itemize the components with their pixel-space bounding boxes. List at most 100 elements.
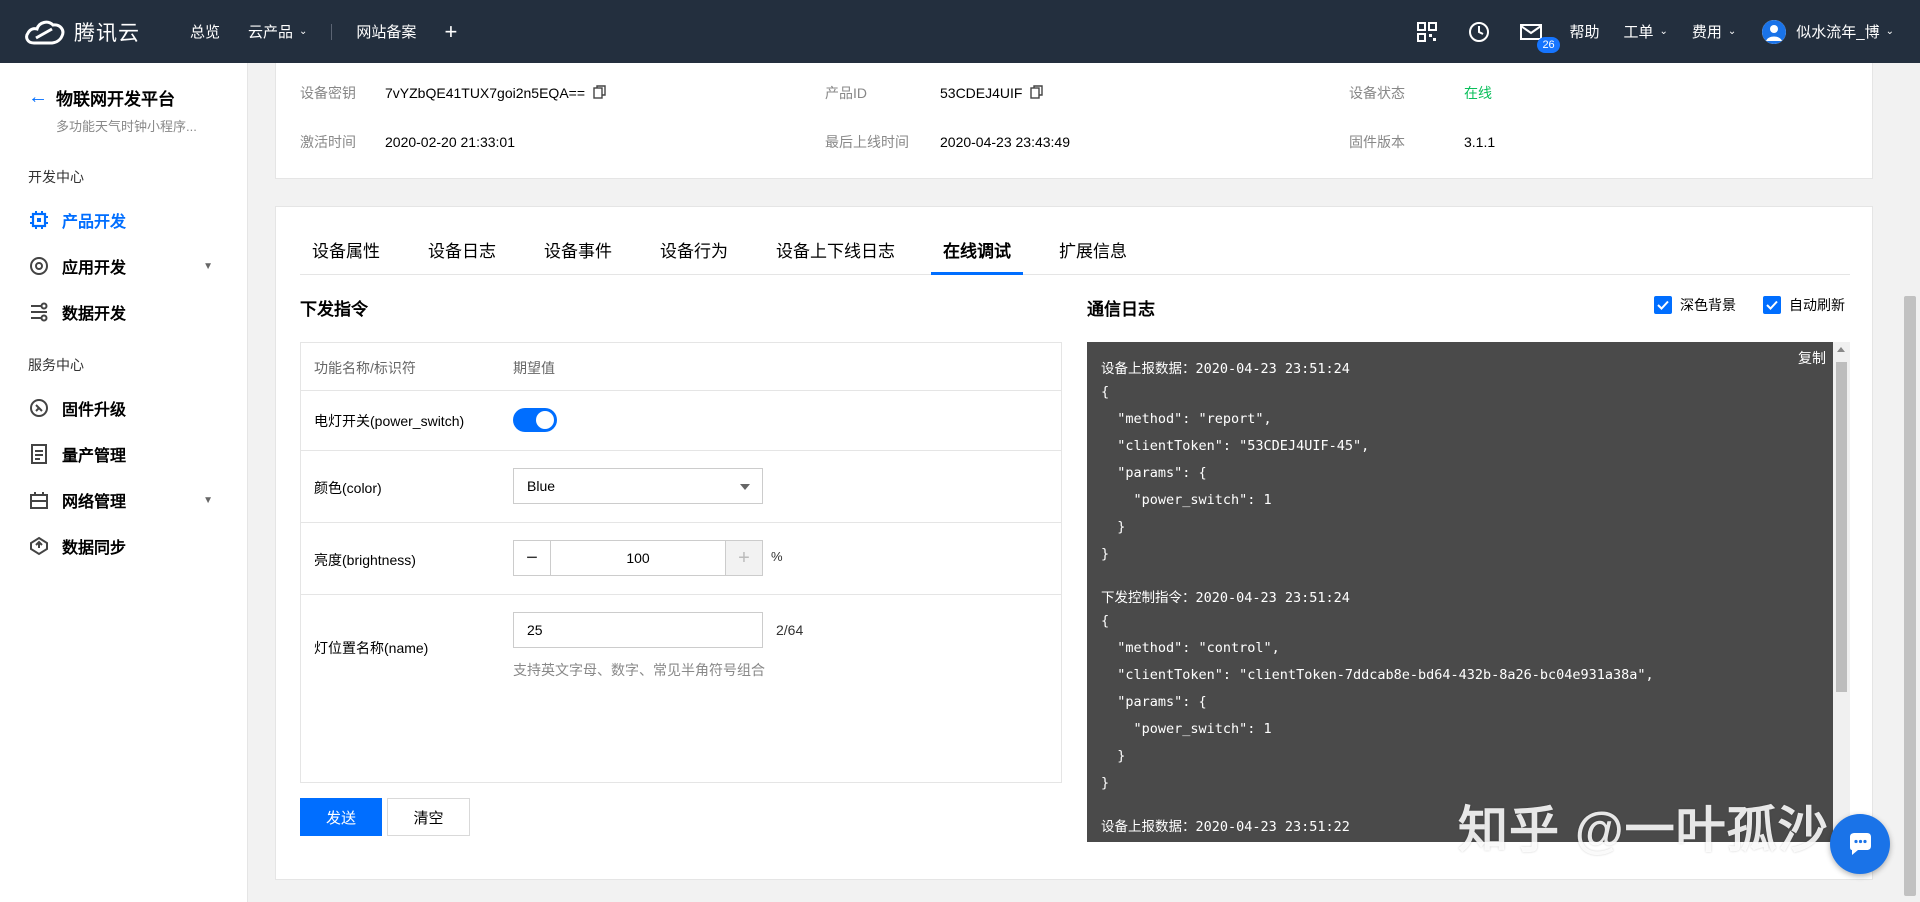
help-link[interactable]: 帮助 [1557,21,1611,42]
device-secret-value: 7vYZbQE41TUX7goi2n5EQA== [385,85,586,101]
top-navbar: 腾讯云 总览 云产品 ⌄ 网站备案 + 26 帮助 工单 ⌄ 费用 ⌄ 似水流年_博 … [0,0,1920,63]
app-icon [28,255,50,277]
plus-icon[interactable]: + [430,19,471,45]
tab-logs[interactable]: 设备日志 [416,229,508,275]
cloud-logo-icon [25,20,65,44]
billing-menu[interactable]: 费用 ⌄ [1680,21,1748,42]
sidebar-item-label: 数据同步 [62,540,127,557]
dark-bg-checkbox[interactable]: 深色背景 [1654,295,1736,315]
sidebar-item-mass-production[interactable]: 量产管理 [0,431,247,477]
info-label: 设备密钥 [300,85,356,101]
sidebar-item-label: 网络管理 [62,494,127,511]
info-activated: 激活时间 2020-02-20 21:33:01 [300,132,515,152]
mail-icon[interactable]: 26 [1505,23,1560,53]
chat-icon [1850,833,1871,855]
tab-extended-info[interactable]: 扩展信息 [1047,229,1139,275]
name-input[interactable]: 25 [513,612,763,648]
qrcode-icon[interactable] [1401,21,1453,42]
tab-events[interactable]: 设备事件 [532,229,624,275]
dark-bg-label: 深色背景 [1680,297,1736,313]
last-online-value: 2020-04-23 23:43:49 [940,134,1070,150]
minus-icon[interactable]: − [514,541,551,575]
sidebar-item-network[interactable]: 网络管理 ▼ [0,477,247,523]
log-line: 设备上报数据：2020-04-23 23:51:24 [1101,361,1350,377]
brand-logo[interactable]: 腾讯云 [24,17,176,47]
tab-actions[interactable]: 设备行为 [648,229,740,275]
color-label: 颜色(color) [314,480,382,496]
info-label: 固件版本 [1349,134,1405,150]
nav-products-label: 云产品 [248,24,294,41]
scroll-up-icon[interactable] [1837,347,1845,352]
color-selected-value: Blue [527,478,556,494]
info-label: 产品ID [825,85,867,101]
sidebar-item-label: 产品开发 [62,214,127,231]
data-flow-icon [28,301,50,323]
platform-title[interactable]: ← 物联网开发平台 [28,85,247,110]
plus-icon[interactable]: + [725,541,762,575]
log-line: } [1101,748,1126,764]
clock-icon[interactable] [1453,21,1505,43]
group-service-center: 服务中心 [28,357,84,373]
name-input-value: 25 [527,622,543,638]
info-label: 激活时间 [300,134,356,150]
info-device-status: 设备状态 在线 [1349,83,1492,103]
sidebar-item-product-dev[interactable]: 产品开发 [0,197,247,243]
tab-bar: 设备属性 设备日志 设备事件 设备行为 设备上下线日志 在线调试 扩展信息 [300,229,1850,275]
copy-log-button[interactable]: 复制 [1798,348,1826,368]
color-select[interactable]: Blue [513,468,763,504]
scrollbar-thumb[interactable] [1904,296,1916,896]
command-table: 功能名称/标识符 期望值 电灯开关(power_switch) 颜色(color… [300,342,1062,783]
sidebar-item-app-dev[interactable]: 应用开发 ▼ [0,243,247,289]
firmware-icon [28,397,50,419]
log-line: "method": "report", [1101,411,1272,427]
brightness-label: 亮度(brightness) [314,552,416,568]
nav-products[interactable]: 云产品 ⌄ [234,21,321,42]
arrow-left-icon[interactable]: ← [28,86,48,109]
device-info-card: 设备密钥 7vYZbQE41TUX7goi2n5EQA== 产品ID 53CDE… [275,63,1873,179]
tab-online-debug[interactable]: 在线调试 [931,229,1023,275]
floating-help-button[interactable] [1830,814,1890,874]
sidebar-item-label: 量产管理 [62,448,127,465]
log-scrollbar[interactable] [1833,342,1850,842]
log-line: { [1101,384,1110,400]
info-label: 设备状态 [1349,85,1405,101]
communication-log[interactable]: 复制 设备上报数据：2020-04-23 23:51:24 { "method"… [1087,342,1850,842]
name-hint: 支持英文字母、数字、常见半角符号组合 [513,662,765,678]
copy-icon[interactable] [593,84,606,102]
chevron-down-icon: ⌄ [1659,26,1668,37]
sidebar-item-label: 数据开发 [62,306,127,323]
power-switch-toggle[interactable] [513,408,557,432]
sidebar-item-data-sync[interactable]: 数据同步 [0,523,247,569]
checkmark-icon [1763,296,1781,314]
avatar [1762,19,1787,44]
ticket-label: 工单 [1623,24,1654,41]
brightness-unit: % [771,549,783,564]
checkmark-icon [1654,296,1672,314]
nav-divider [331,23,333,40]
nav-overview[interactable]: 总览 [176,21,234,42]
caret-down-icon [740,484,750,490]
scrollbar-thumb[interactable] [1836,362,1847,692]
tab-properties[interactable]: 设备属性 [300,229,392,275]
table-row: 灯位置名称(name) 25 2/64 支持英文字母、数字、常见半角符号组合 [301,595,1061,783]
ticket-menu[interactable]: 工单 ⌄ [1611,21,1679,42]
info-device-secret: 设备密钥 7vYZbQE41TUX7goi2n5EQA== [300,83,606,103]
send-button[interactable]: 发送 [300,798,382,836]
table-row: 颜色(color) Blue [301,451,1061,523]
brightness-value[interactable]: 100 [551,541,725,575]
log-section-title: 通信日志 [1087,300,1155,319]
auto-refresh-checkbox[interactable]: 自动刷新 [1763,295,1845,315]
user-menu[interactable]: 似水流年_博 ⌄ [1748,19,1920,44]
page-scrollbar[interactable] [1900,63,1920,902]
clear-button[interactable]: 清空 [387,798,470,836]
table-header: 功能名称/标识符 期望值 [301,343,1061,391]
sidebar-item-firmware[interactable]: 固件升级 [0,385,247,431]
brightness-stepper[interactable]: − 100 + [513,540,763,576]
command-section-title: 下发指令 [300,300,368,319]
sidebar-item-data-dev[interactable]: 数据开发 [0,289,247,335]
nav-icp[interactable]: 网站备案 [342,21,430,42]
auto-refresh-label: 自动刷新 [1789,297,1845,313]
copy-icon[interactable] [1030,84,1044,102]
debug-card: 设备属性 设备日志 设备事件 设备行为 设备上下线日志 在线调试 扩展信息 下发… [275,206,1873,880]
tab-online-offline-log[interactable]: 设备上下线日志 [764,229,907,275]
